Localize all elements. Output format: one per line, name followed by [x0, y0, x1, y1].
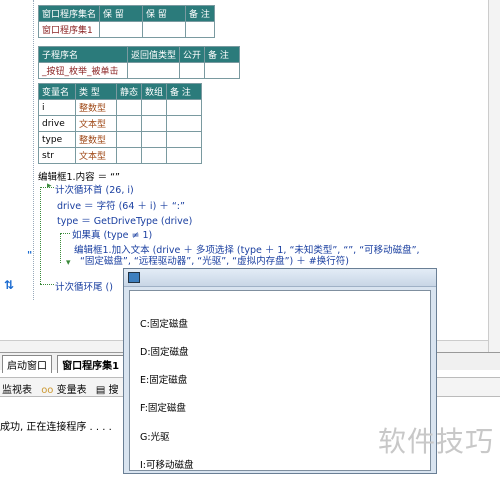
glasses-icon: ᴏᴏ [41, 385, 54, 396]
tab-label: 启动窗口 [7, 361, 47, 372]
var-static-cell[interactable] [115, 99, 143, 116]
reserve-cell-1[interactable] [99, 21, 144, 38]
col-public: 公开 [179, 46, 206, 63]
col-sub-name: 子程序名 [38, 46, 128, 63]
list-item: D:固定磁盘 [140, 347, 189, 359]
var-type-cell[interactable]: 文本型 [75, 147, 117, 164]
list-icon: ▤ [95, 385, 106, 396]
var-type-cell[interactable]: 整数型 [75, 99, 117, 116]
col-array: 数组 [141, 83, 168, 100]
swap-arrows-icon[interactable]: ⇅ [4, 278, 14, 292]
watch-tab[interactable]: 监视表 [2, 385, 32, 396]
reserve-cell-2[interactable] [142, 21, 187, 38]
vars-label: 变量表 [56, 385, 87, 396]
arrow-down-icon: ▾ [66, 258, 71, 268]
var-array-cell[interactable] [141, 99, 168, 116]
col-var-name: 变量名 [38, 83, 76, 100]
tab-startup-window[interactable]: 启动窗口 [2, 355, 52, 373]
code-line-if[interactable]: 如果真 (type ≠ 1) [72, 227, 152, 241]
watermark-text: 软件技巧 [377, 425, 494, 458]
var-array-cell[interactable] [141, 147, 168, 164]
public-cell[interactable] [179, 62, 206, 79]
col-reserve-2: 保 留 [142, 5, 187, 22]
list-item: I:可移动磁盘 [140, 459, 194, 471]
var-name-cell[interactable]: type [38, 131, 76, 148]
subroutine-table: 子程序名 返回值类型 公开 备 注 _按钮_枚举_被单击 [38, 46, 241, 79]
var-static-cell[interactable] [115, 131, 143, 148]
table-row: str 文本型 [38, 147, 203, 164]
tab-assembly[interactable]: 窗口程序集1 [57, 355, 125, 373]
table-row: i 整数型 [38, 99, 203, 116]
loop-guide-left [40, 187, 41, 284]
list-item: F:固定磁盘 [140, 403, 186, 415]
tab-label: 窗口程序集1 [62, 361, 120, 372]
code-line-type[interactable]: type ＝ GetDriveType (drive) [57, 213, 192, 227]
status-text: 成功, 正在连接程序 . . . . [0, 422, 112, 433]
var-static-cell[interactable] [115, 115, 143, 132]
col-sub-remark: 备 注 [204, 46, 241, 63]
table-row: type 整数型 [38, 131, 203, 148]
if-guide-left [60, 233, 61, 263]
arrow-right-icon: ▸ [47, 181, 52, 191]
variable-table: 变量名 类 型 静态 数组 备 注 i 整数型 drive 文本型 type 整… [38, 83, 203, 164]
col-reserve-1: 保 留 [99, 5, 144, 22]
return-type-cell[interactable] [126, 62, 181, 79]
quote-mark: " [27, 250, 33, 261]
sub-name-cell[interactable]: _按钮_枚举_被单击 [38, 62, 128, 79]
assembly-table: 窗口程序集名 保 留 保 留 备 注 窗口程序集1 [37, 5, 216, 38]
vertical-scrollbar[interactable] [488, 0, 500, 355]
drive-list: C:固定磁盘 D:固定磁盘 E:固定磁盘 F:固定磁盘 G:光驱 I:可移动磁盘 [140, 301, 194, 489]
dialog-titlebar[interactable] [124, 269, 436, 287]
col-static: 静态 [115, 83, 143, 100]
if-guide-top [60, 233, 70, 234]
var-type-cell[interactable]: 文本型 [75, 115, 117, 132]
watch-label: 监视表 [2, 385, 32, 396]
col-assembly-name: 窗口程序集名 [37, 5, 101, 22]
var-array-cell[interactable] [141, 131, 168, 148]
var-name-cell[interactable]: str [38, 147, 76, 164]
assembly-name-cell[interactable]: 窗口程序集1 [37, 21, 101, 38]
var-type-cell[interactable]: 整数型 [75, 131, 117, 148]
code-line-append-2[interactable]: “固定磁盘”, “远程驱动器”, “光驱”, “虚拟内存盘”) ＋ #换行符) [80, 253, 349, 267]
search-tab[interactable]: 搜 [108, 385, 118, 396]
var-static-cell[interactable] [115, 147, 143, 164]
code-line-drive[interactable]: drive ＝ 字符 (64 ＋ i) ＋ “:” [57, 198, 185, 212]
vars-tab[interactable]: 变量表 [57, 385, 87, 396]
list-item: G:光驱 [140, 431, 170, 443]
table-row: drive 文本型 [38, 115, 203, 132]
code-gutter [33, 0, 34, 300]
col-remark: 备 注 [185, 5, 216, 22]
code-line-loop-end[interactable]: 计次循环尾 () [55, 279, 113, 293]
sub-remark-cell[interactable] [204, 62, 241, 79]
var-remark-cell[interactable] [166, 147, 203, 164]
search-label: 搜 [108, 385, 119, 396]
window-icon [128, 272, 140, 283]
var-name-cell[interactable]: i [38, 99, 76, 116]
var-name-cell[interactable]: drive [38, 115, 76, 132]
remark-cell[interactable] [185, 21, 216, 38]
var-array-cell[interactable] [141, 115, 168, 132]
list-item: E:固定磁盘 [140, 375, 188, 387]
col-return-type: 返回值类型 [126, 46, 181, 63]
list-item: C:固定磁盘 [140, 318, 188, 330]
var-remark-cell[interactable] [166, 99, 203, 116]
col-var-remark: 备 注 [166, 83, 203, 100]
loop-guide-bottom [40, 284, 54, 285]
var-remark-cell[interactable] [166, 131, 203, 148]
code-line-loop-start[interactable]: 计次循环首 (26, i) [55, 182, 134, 196]
var-remark-cell[interactable] [166, 115, 203, 132]
col-var-type: 类 型 [75, 83, 117, 100]
